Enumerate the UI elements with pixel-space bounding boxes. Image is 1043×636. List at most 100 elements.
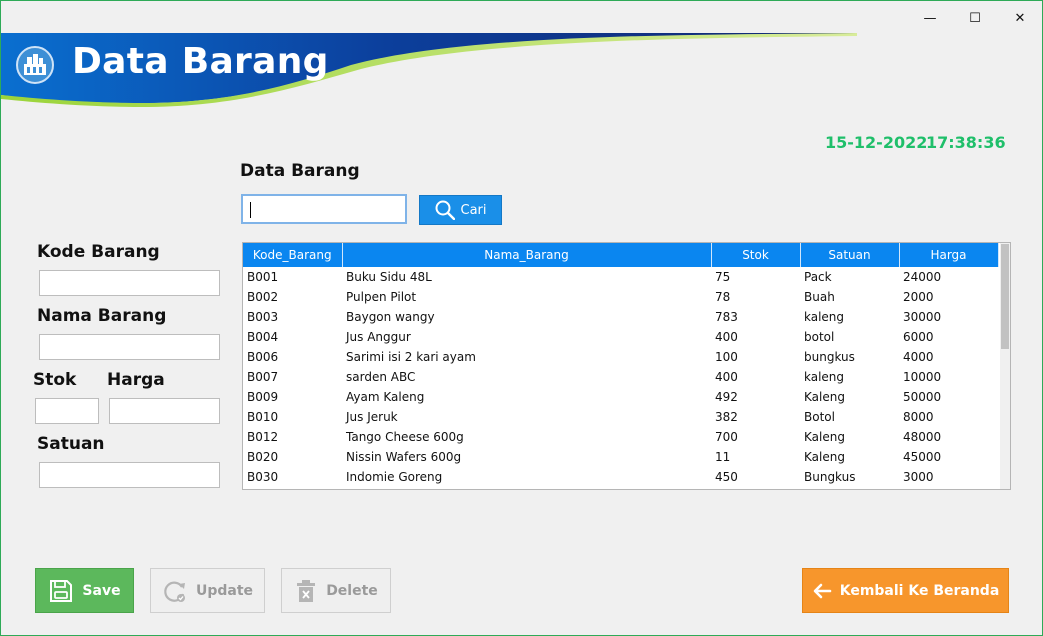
column-header[interactable]: Kode_Barang (243, 243, 343, 267)
table-cell[interactable]: 700 (711, 427, 800, 447)
update-button[interactable]: Update (150, 568, 265, 613)
column-header[interactable]: Satuan (800, 243, 900, 267)
table-cell[interactable]: 24000 (899, 267, 998, 287)
table-cell[interactable]: Baygon wangy (342, 307, 711, 327)
vertical-scrollbar[interactable] (1000, 243, 1010, 489)
table-cell[interactable]: 45000 (899, 447, 998, 467)
table-cell[interactable]: 50000 (899, 387, 998, 407)
table-row[interactable]: B004 Jus Anggur 400 botol 6000 (243, 327, 998, 347)
table-cell[interactable]: 783 (711, 307, 800, 327)
table-cell[interactable]: B006 (243, 347, 342, 367)
table-row[interactable]: B009 Ayam Kaleng 492 Kaleng 50000 (243, 387, 998, 407)
table-row[interactable]: B007 sarden ABC 400 kaleng 10000 (243, 367, 998, 387)
column-header[interactable]: Nama_Barang (342, 243, 712, 267)
table-cell[interactable]: Kaleng (800, 387, 899, 407)
table-cell[interactable]: B007 (243, 367, 342, 387)
harga-field[interactable] (109, 398, 220, 424)
table-cell[interactable]: B009 (243, 387, 342, 407)
column-header[interactable]: Stok (711, 243, 801, 267)
table-cell[interactable]: Buah (800, 287, 899, 307)
column-header[interactable]: Harga (899, 243, 999, 267)
current-time: 17:38:36 (926, 133, 1006, 152)
table-row[interactable]: B002 Pulpen Pilot 78 Buah 2000 (243, 287, 998, 307)
table-cell[interactable]: 30000 (899, 307, 998, 327)
nama-barang-field[interactable] (39, 334, 220, 360)
kode-barang-field[interactable] (39, 270, 220, 296)
table-cell[interactable]: 6000 (899, 327, 998, 347)
table-cell[interactable]: 400 (711, 367, 800, 387)
table-cell[interactable]: sarden ABC (342, 367, 711, 387)
table-cell[interactable]: Tango Cheese 600g (342, 427, 711, 447)
text-caret (250, 202, 251, 218)
table-cell[interactable]: B020 (243, 447, 342, 467)
harga-label: Harga (107, 370, 165, 390)
back-to-home-button[interactable]: Kembali Ke Beranda (802, 568, 1009, 613)
table-cell[interactable]: 450 (711, 467, 800, 487)
table-cell[interactable]: B030 (243, 467, 342, 487)
table-row[interactable]: B003 Baygon wangy 783 kaleng 30000 (243, 307, 998, 327)
table-row[interactable]: B012 Tango Cheese 600g 700 Kaleng 48000 (243, 427, 998, 447)
data-grid[interactable]: Kode_Barang Nama_Barang Stok Satuan Harg… (242, 242, 1011, 490)
table-cell[interactable]: Buku Sidu 48L (342, 267, 711, 287)
arrow-left-icon (813, 583, 832, 598)
table-cell[interactable]: Jus Anggur (342, 327, 711, 347)
table-cell[interactable]: 8000 (899, 407, 998, 427)
floppy-disk-icon (50, 579, 73, 602)
close-button[interactable]: ✕ (997, 5, 1042, 31)
search-input[interactable] (241, 194, 407, 224)
stok-field[interactable] (35, 398, 99, 424)
table-cell[interactable]: B001 (243, 267, 342, 287)
table-cell[interactable]: 4000 (899, 347, 998, 367)
update-button-label: Update (195, 582, 254, 599)
table-cell[interactable]: Indomie Goreng (342, 467, 711, 487)
table-cell[interactable]: 10000 (899, 367, 998, 387)
table-cell[interactable]: 3000 (899, 467, 998, 487)
table-cell[interactable]: B002 (243, 287, 342, 307)
table-cell[interactable]: B004 (243, 327, 342, 347)
table-cell[interactable]: 100 (711, 347, 800, 367)
table-cell[interactable]: kaleng (800, 307, 899, 327)
table-cell[interactable]: Kaleng (800, 447, 899, 467)
table-cell[interactable]: bungkus (800, 347, 899, 367)
table-row[interactable]: B010 Jus Jeruk 382 Botol 8000 (243, 407, 998, 427)
table-row[interactable]: B006 Sarimi isi 2 kari ayam 100 bungkus 4000 (243, 347, 998, 367)
table-cell[interactable]: B012 (243, 427, 342, 447)
table-cell[interactable]: B010 (243, 407, 342, 427)
table-cell[interactable]: Kaleng (800, 427, 899, 447)
delete-button[interactable]: Delete (281, 568, 391, 613)
table-cell[interactable]: Sarimi isi 2 kari ayam (342, 347, 711, 367)
table-cell[interactable]: Pack (800, 267, 899, 287)
table-cell[interactable]: 2000 (899, 287, 998, 307)
table-section-title: Data Barang (240, 161, 360, 181)
table-cell[interactable]: B003 (243, 307, 342, 327)
table-cell[interactable]: 492 (711, 387, 800, 407)
table-cell[interactable]: Pulpen Pilot (342, 287, 711, 307)
table-cell[interactable]: 382 (711, 407, 800, 427)
minimize-button[interactable]: — (907, 5, 953, 31)
table-cell[interactable]: kaleng (800, 367, 899, 387)
table-cell[interactable]: Ayam Kaleng (342, 387, 711, 407)
table-cell[interactable]: 400 (711, 327, 800, 347)
search-icon (435, 200, 455, 220)
table-row[interactable]: B030 Indomie Goreng 450 Bungkus 3000 (243, 467, 998, 487)
refresh-icon (164, 581, 185, 602)
table-row[interactable]: B020 Nissin Wafers 600g 11 Kaleng 45000 (243, 447, 998, 467)
table-cell[interactable]: 11 (711, 447, 800, 467)
scrollbar-thumb[interactable] (1001, 244, 1009, 349)
table-cell[interactable]: Botol (800, 407, 899, 427)
table-cell[interactable]: Nissin Wafers 600g (342, 447, 711, 467)
table-cell[interactable]: Jus Jeruk (342, 407, 711, 427)
kode-barang-label: Kode Barang (37, 242, 160, 262)
maximize-button[interactable]: ☐ (952, 5, 998, 31)
search-button-label: Cari (460, 202, 487, 218)
table-row[interactable]: B001 Buku Sidu 48L 75 Pack 24000 (243, 267, 998, 287)
table-cell[interactable]: botol (800, 327, 899, 347)
table-cell[interactable]: 75 (711, 267, 800, 287)
save-button[interactable]: Save (35, 568, 134, 613)
save-button-label: Save (82, 582, 121, 599)
table-cell[interactable]: Bungkus (800, 467, 899, 487)
table-cell[interactable]: 48000 (899, 427, 998, 447)
satuan-field[interactable] (39, 462, 220, 488)
search-button[interactable]: Cari (419, 195, 502, 225)
table-cell[interactable]: 78 (711, 287, 800, 307)
